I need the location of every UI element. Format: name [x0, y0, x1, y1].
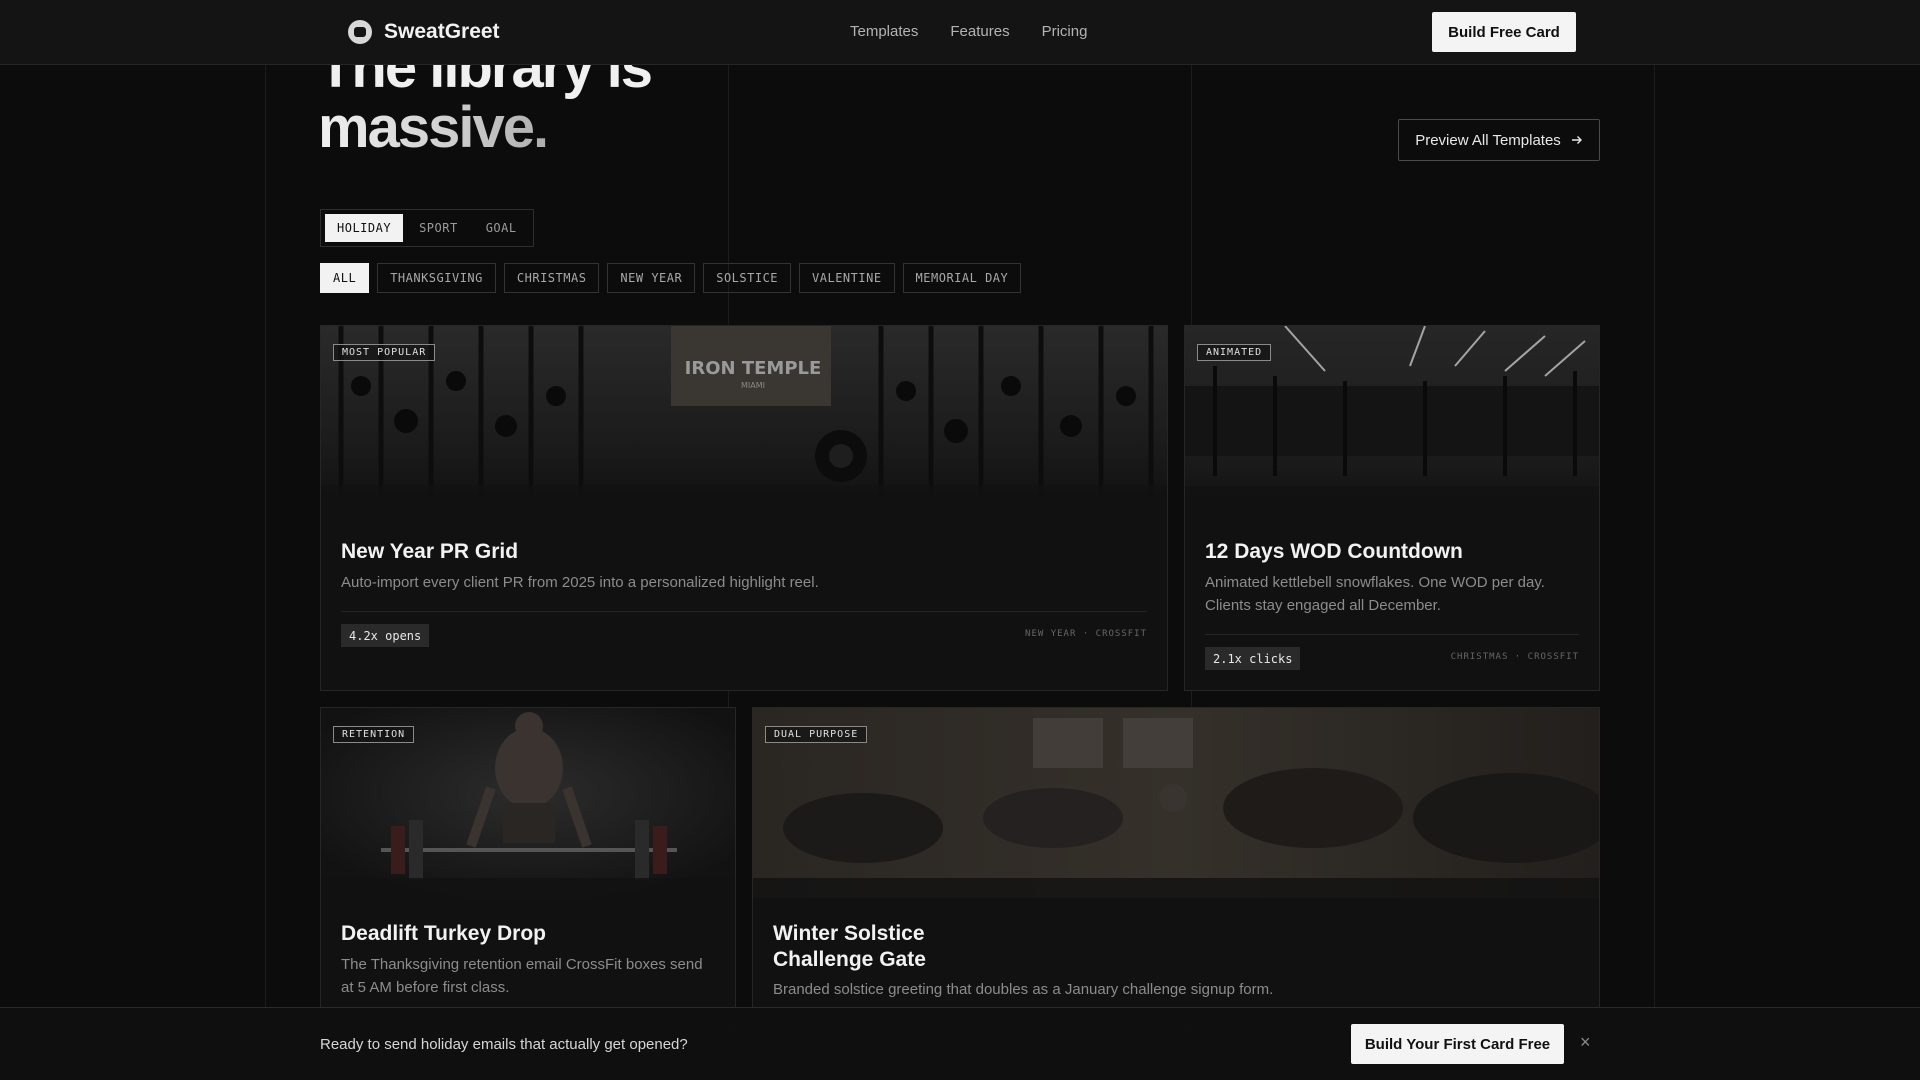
card-image-class — [753, 708, 1599, 898]
template-card[interactable]: IRON TEMPLE MIAMI MOST POPULAR New Year … — [320, 325, 1168, 691]
gym-sign-text: IRON TEMPLE — [685, 358, 822, 379]
card-title: Winter Solstice Challenge Gate — [773, 922, 926, 971]
card-divider — [341, 611, 1147, 612]
category-tabs: HOLIDAY SPORT GOAL — [320, 209, 534, 247]
filter-chips: ALL THANKSGIVING CHRISTMAS NEW YEAR SOLS… — [320, 263, 1022, 293]
template-card[interactable]: ANIMATED 12 Days WOD Countdown Animated … — [1184, 325, 1600, 691]
build-first-card-button[interactable]: Build Your First Card Free — [1351, 1024, 1564, 1064]
card-title: Deadlift Turkey Drop — [341, 922, 546, 945]
brand-name: SweatGreet — [384, 20, 500, 43]
nav-templates[interactable]: Templates — [850, 23, 918, 40]
build-free-card-button[interactable]: Build Free Card — [1432, 12, 1576, 52]
template-card[interactable]: RETENTION Deadlift Turkey Drop The Thank… — [320, 707, 736, 1027]
card-tags: NEW YEAR · CROSSFIT — [1025, 629, 1147, 639]
card-title: New Year PR Grid — [341, 540, 519, 563]
card-description: Animated kettlebell snowflakes. One WOD … — [1205, 574, 1545, 614]
brand[interactable]: SweatGreet — [348, 20, 500, 44]
card-badge: MOST POPULAR — [333, 344, 436, 361]
card-description: Branded solstice greeting that doubles a… — [773, 981, 1274, 998]
frame-line — [265, 0, 266, 1080]
tab-goal[interactable]: GOAL — [474, 214, 529, 242]
frame-line — [1654, 0, 1655, 1080]
gym-sign-subtext: MIAMI — [741, 381, 765, 390]
card-stat-badge: 4.2x opens — [341, 624, 430, 647]
card-image-gym: IRON TEMPLE MIAMI — [321, 326, 1167, 506]
site-header: SweatGreet Templates Features Pricing Bu… — [0, 0, 1920, 65]
nav-pricing[interactable]: Pricing — [1042, 23, 1088, 40]
filter-new-year[interactable]: NEW YEAR — [607, 263, 696, 293]
preview-all-templates-button[interactable]: Preview All Templates — [1398, 119, 1600, 161]
filter-solstice[interactable]: SOLSTICE — [703, 263, 792, 293]
card-title: 12 Days WOD Countdown — [1205, 540, 1463, 563]
card-badge: ANIMATED — [1197, 344, 1272, 361]
preview-all-templates-label: Preview All Templates — [1415, 131, 1561, 149]
card-tags: CHRISTMAS · CROSSFIT — [1450, 652, 1579, 662]
filter-thanksgiving[interactable]: THANKSGIVING — [377, 263, 496, 293]
card-badge: DUAL PURPOSE — [765, 726, 868, 743]
card-stat-badge: 2.1x clicks — [1205, 647, 1301, 670]
card-description: The Thanksgiving retention email CrossFi… — [341, 956, 703, 996]
filter-valentine[interactable]: VALENTINE — [799, 263, 895, 293]
tab-sport[interactable]: SPORT — [407, 214, 470, 242]
filter-christmas[interactable]: CHRISTMAS — [503, 263, 600, 293]
filter-all[interactable]: ALL — [320, 263, 370, 293]
nav-features[interactable]: Features — [950, 23, 1009, 40]
template-card[interactable]: DUAL PURPOSE Winter Solstice Challenge G… — [752, 707, 1600, 1027]
main-nav: Templates Features Pricing — [850, 23, 1087, 40]
close-icon[interactable]: × — [1580, 1032, 1591, 1053]
sticky-cta-bar: Ready to send holiday emails that actual… — [0, 1007, 1920, 1080]
arrow-right-icon — [1571, 136, 1582, 144]
page-title-line-2: massive. — [318, 98, 651, 158]
brand-logo-icon — [348, 20, 372, 44]
filter-memorial-day[interactable]: MEMORIAL DAY — [902, 263, 1022, 293]
tab-holiday[interactable]: HOLIDAY — [325, 214, 404, 242]
card-divider — [1205, 634, 1579, 635]
card-description: Auto-import every client PR from 2025 in… — [341, 574, 819, 591]
card-badge: RETENTION — [333, 726, 415, 743]
sticky-cta-text: Ready to send holiday emails that actual… — [320, 1036, 688, 1053]
